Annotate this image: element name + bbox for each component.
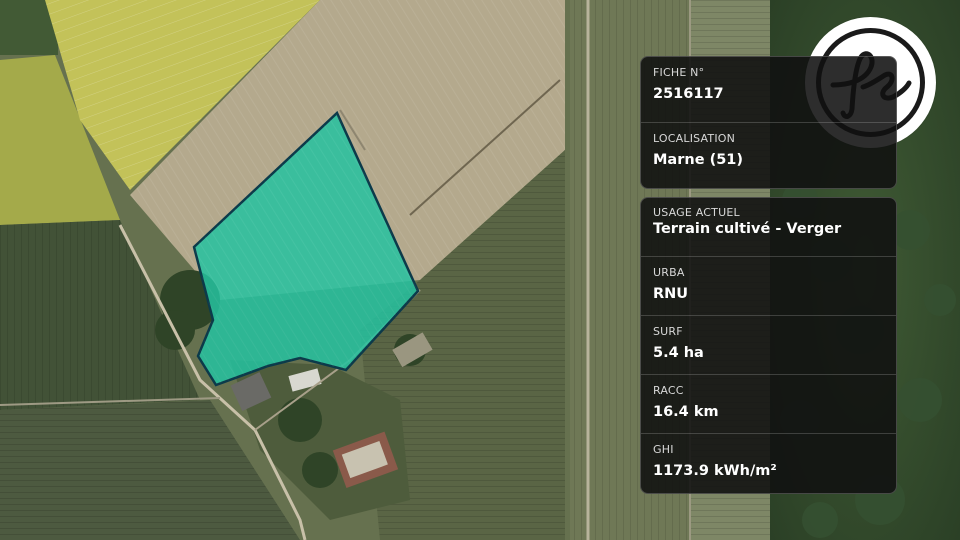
fiche-number-label: FICHE N° (653, 66, 705, 79)
details-card: USAGE ACTUEL Terrain cultivé - Verger UR… (640, 197, 897, 494)
location-row: LOCALISATION Marne (51) (641, 123, 896, 188)
racc-value: 16.4 km (653, 404, 719, 420)
ghi-label: GHI (653, 443, 674, 456)
fiche-number-row: FICHE N° 2516117 (641, 57, 896, 123)
usage-row: USAGE ACTUEL Terrain cultivé - Verger (641, 198, 896, 257)
urba-row: URBA RNU (641, 257, 896, 316)
urba-label: URBA (653, 266, 685, 279)
usage-value: Terrain cultivé - Verger (653, 221, 842, 237)
location-label: LOCALISATION (653, 132, 736, 145)
usage-label: USAGE ACTUEL (653, 206, 740, 219)
surface-label: SURF (653, 325, 683, 338)
racc-label: RACC (653, 384, 684, 397)
surface-row: SURF 5.4 ha (641, 316, 896, 375)
urba-value: RNU (653, 286, 689, 302)
ghi-row: GHI 1173.9 kWh/m² (641, 434, 896, 493)
fiche-number-value: 2516117 (653, 86, 724, 102)
surface-value: 5.4 ha (653, 345, 704, 361)
ghi-value: 1173.9 kWh/m² (653, 463, 777, 479)
racc-row: RACC 16.4 km (641, 375, 896, 434)
location-value: Marne (51) (653, 152, 744, 168)
fiche-card: FICHE N° 2516117 LOCALISATION Marne (51) (640, 56, 897, 189)
